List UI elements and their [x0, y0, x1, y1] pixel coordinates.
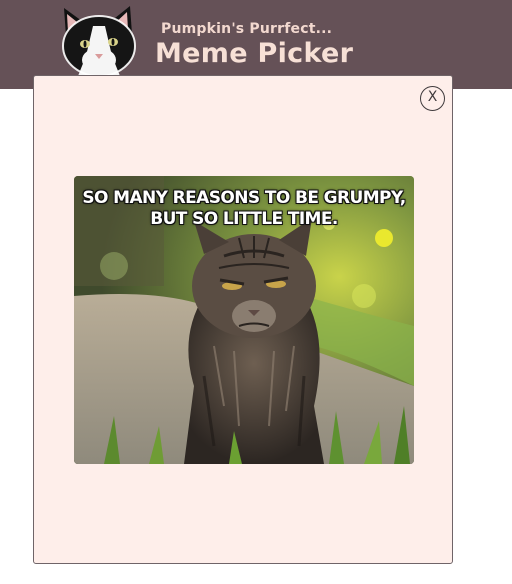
meme-caption-line-2: BUT SO LITTLE TIME.: [150, 209, 338, 229]
meme-modal: X SO MANY REASONS TO BE GRUMPY, BUT SO L…: [33, 75, 453, 564]
meme-image: SO MANY REASONS TO BE GRUMPY, BUT SO LIT…: [74, 176, 414, 464]
cat-logo-icon: [60, 4, 140, 77]
app-subtitle: Pumpkin's Purrfect...: [161, 21, 333, 37]
meme-caption: SO MANY REASONS TO BE GRUMPY, BUT SO LIT…: [74, 188, 414, 230]
meme-caption-line-1: SO MANY REASONS TO BE GRUMPY,: [82, 188, 406, 208]
close-modal-button[interactable]: X: [420, 86, 445, 111]
app-title: Meme Picker: [155, 38, 354, 69]
